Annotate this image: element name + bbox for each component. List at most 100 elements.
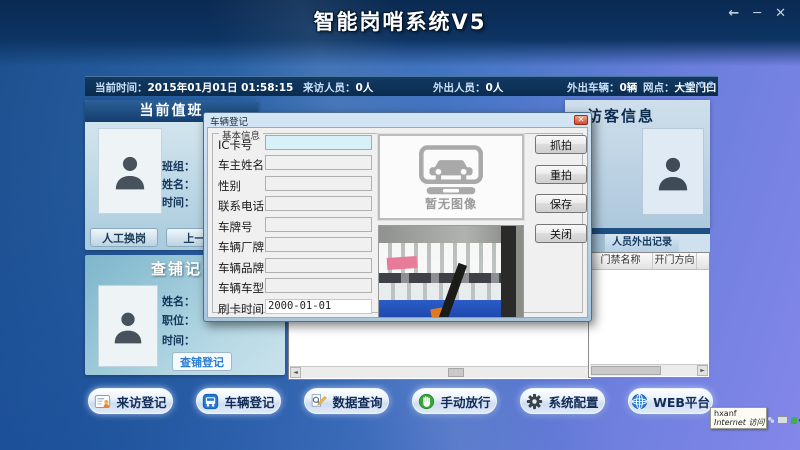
vehicle-brand-label: 车辆品牌 — [218, 260, 264, 276]
vehicle-registration-dialog: 车辆登记 ✕ 基本信息 IC卡号 车主姓名 性别 联系电话 — [203, 112, 592, 322]
web-platform-label: WEB平台 — [653, 392, 710, 411]
version-label: v1.0.2 — [684, 81, 714, 91]
column-door-direction[interactable]: 开门方向 — [653, 253, 697, 269]
app-window: 智能岗哨系统V5 ← ─ ✕ 当前时间：2015年01月01日 01:58:15… — [0, 0, 800, 450]
vehicle-make-input[interactable] — [265, 237, 372, 252]
middle-table-hscrollbar[interactable]: ◄ — [290, 366, 590, 378]
manual-shift-button[interactable]: 人工换岗 — [90, 228, 158, 247]
ic-card-label: IC卡号 — [218, 137, 252, 153]
status-vehicles-out-value: 0辆 — [620, 82, 638, 94]
outing-table-header: 门禁名称 开门方向 — [589, 253, 709, 270]
scroll-thumb[interactable] — [448, 368, 464, 377]
column-extra — [697, 253, 709, 269]
field-row-plate-number: 车牌号 — [218, 217, 378, 233]
no-image-car-icon — [415, 144, 487, 196]
visitor-avatar — [642, 128, 704, 215]
data-query-button[interactable]: 数据查询 — [304, 388, 389, 414]
system-config-button[interactable]: 系统配置 — [520, 388, 605, 414]
owner-name-input[interactable] — [265, 155, 372, 170]
field-row-phone: 联系电话 — [218, 196, 378, 212]
status-people-out: 外出人员：0人 — [433, 80, 503, 95]
manual-release-button[interactable]: 手动放行 — [412, 388, 497, 414]
status-vehicles-out-label: 外出车辆： — [567, 82, 620, 94]
dialog-title: 车辆登记 — [210, 114, 248, 128]
column-door-name[interactable]: 门禁名称 — [589, 253, 653, 269]
retake-button[interactable]: 重拍 — [535, 165, 587, 184]
scroll-left-arrow[interactable]: ◄ — [290, 367, 301, 378]
vehicle-brand-input[interactable] — [265, 258, 372, 273]
visitor-register-button[interactable]: 来访登记 — [88, 388, 173, 414]
duty-name-label: 姓名： — [162, 176, 195, 192]
no-image-text: 暂无图像 — [380, 195, 522, 212]
network-tooltip: hxanf Internet 访问 — [710, 407, 767, 429]
bedcheck-position-label: 职位： — [162, 312, 195, 328]
tray-dots-icon[interactable] — [768, 417, 774, 423]
keyboard-icon[interactable] — [777, 416, 788, 424]
owner-name-label: 车主姓名 — [218, 157, 264, 173]
status-current-time-value: 2015年01月01日 01:58:15 — [148, 82, 294, 94]
manual-release-label: 手动放行 — [440, 392, 490, 411]
status-vehicles-out: 外出车辆：0辆 — [567, 80, 637, 95]
vehicle-register-icon — [202, 393, 219, 410]
swipe-time-value: 2000-01-01 — [265, 299, 372, 314]
system-config-label: 系统配置 — [548, 392, 598, 411]
gender-label: 性别 — [218, 178, 241, 194]
field-row-owner-name: 车主姓名 — [218, 155, 378, 171]
field-row-vehicle-model: 车辆车型 — [218, 278, 378, 294]
visitor-register-icon — [94, 393, 111, 410]
outing-table-hscrollbar[interactable]: ► — [590, 364, 708, 376]
dialog-close-icon[interactable]: ✕ — [574, 115, 588, 125]
status-bar: 当前时间：2015年01月01日 01:58:15 来访人员：0人 外出人员：0… — [85, 76, 718, 96]
bedcheck-register-button[interactable]: 查铺登记 — [172, 352, 232, 371]
web-platform-button[interactable]: WEB平台 — [628, 388, 713, 414]
swipe-time-label: 刷卡时间 — [218, 301, 264, 317]
vehicle-model-input[interactable] — [265, 278, 372, 293]
person-icon — [112, 307, 144, 345]
window-controls: ← ─ ✕ — [728, 7, 786, 21]
vehicle-make-label: 车辆厂牌 — [218, 239, 264, 255]
scroll-thumb[interactable] — [591, 366, 661, 375]
dialog-body: 基本信息 IC卡号 车主姓名 性别 联系电话 车牌号 — [207, 127, 588, 318]
bedcheck-name-label: 姓名： — [162, 293, 195, 309]
field-row-swipe-time: 刷卡时间 2000-01-01 — [218, 299, 378, 315]
preview-right-bar — [501, 226, 516, 317]
system-config-icon — [526, 393, 543, 410]
status-visitors-value: 0人 — [356, 82, 374, 94]
preview-right-edge — [516, 226, 524, 317]
ic-card-input[interactable] — [265, 135, 372, 150]
back-icon[interactable]: ← — [728, 7, 739, 21]
scroll-right-arrow[interactable]: ► — [697, 365, 708, 376]
plate-number-input[interactable] — [265, 217, 372, 232]
outing-record-table: 门禁名称 开门方向 ► — [588, 252, 710, 378]
vehicle-register-label: 车辆登记 — [224, 392, 274, 411]
person-icon — [113, 151, 147, 191]
field-row-vehicle-brand: 车辆品牌 — [218, 258, 378, 274]
status-people-out-value: 0人 — [486, 82, 504, 94]
status-visitors: 来访人员：0人 — [303, 80, 373, 95]
tooltip-line2: Internet 访问 — [714, 418, 763, 427]
data-query-icon — [310, 393, 327, 410]
app-title: 智能岗哨系统V5 — [0, 6, 800, 36]
preview-pink-object — [387, 256, 418, 270]
field-row-ic-card: IC卡号 — [218, 135, 378, 151]
close-button[interactable]: 关闭 — [535, 224, 587, 243]
save-button[interactable]: 保存 — [535, 194, 587, 213]
visitor-info-title: 访客信息 — [587, 105, 655, 126]
tray-icons — [768, 416, 800, 424]
capture-button[interactable]: 抓拍 — [535, 135, 587, 154]
field-row-vehicle-make: 车辆厂牌 — [218, 237, 378, 253]
bedcheck-avatar — [98, 285, 158, 367]
vehicle-register-button[interactable]: 车辆登记 — [196, 388, 281, 414]
close-icon[interactable]: ✕ — [775, 7, 786, 21]
tabbar-filler — [679, 234, 710, 252]
minimize-icon[interactable]: ─ — [753, 7, 761, 21]
status-people-out-label: 外出人员： — [433, 82, 486, 94]
status-site-label: 网点： — [643, 82, 675, 94]
duty-group-label: 班组： — [162, 158, 195, 174]
phone-input[interactable] — [265, 196, 372, 211]
status-current-time: 当前时间：2015年01月01日 01:58:15 — [95, 80, 293, 95]
gender-input[interactable] — [265, 176, 372, 191]
tray-person-icon[interactable] — [791, 417, 797, 424]
tab-personnel-outing[interactable]: 人员外出记录 — [605, 234, 679, 252]
tooltip-line1: hxanf — [714, 409, 763, 418]
